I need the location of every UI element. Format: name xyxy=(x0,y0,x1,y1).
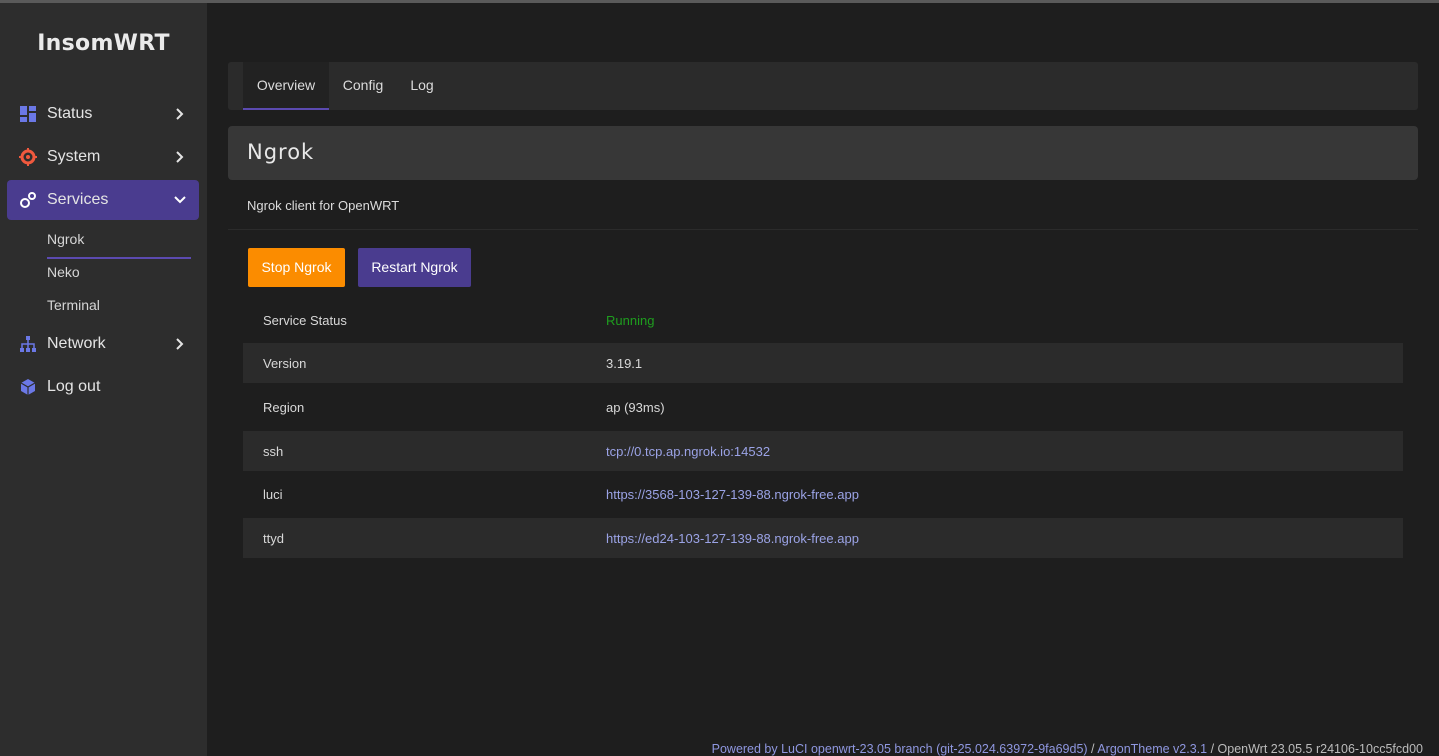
row-key: Version xyxy=(263,356,307,371)
service-status-value: Running xyxy=(606,313,655,328)
table-row: Region ap (93ms) xyxy=(243,387,1403,427)
sidebar-subitem-neko[interactable]: Neko xyxy=(47,264,80,280)
chevron-right-icon xyxy=(176,151,184,163)
table-row: Version 3.19.1 xyxy=(243,343,1403,383)
tab-log[interactable]: Log xyxy=(404,62,440,108)
row-key: ssh xyxy=(263,444,284,459)
row-key: ttyd xyxy=(263,531,284,546)
table-row: Service Status Running xyxy=(243,300,1403,340)
row-key: luci xyxy=(263,487,283,502)
sidebar-item-label: Services xyxy=(47,191,109,208)
footer-theme-link[interactable]: ArgonTheme v2.3.1 xyxy=(1097,742,1207,756)
row-value: 3.19.1 xyxy=(606,356,643,371)
sidebar-item-label: Status xyxy=(47,105,93,122)
sidebar-item-services[interactable]: Services xyxy=(7,180,199,220)
page-description: Ngrok client for OpenWRT xyxy=(247,198,400,213)
row-key: Service Status xyxy=(263,313,347,328)
sidebar-item-label: System xyxy=(47,148,101,165)
ttyd-link[interactable]: https://ed24-103-127-139-88.ngrok-free.a… xyxy=(606,531,859,546)
stop-ngrok-button[interactable]: Stop Ngrok xyxy=(248,248,345,287)
sidebar-subitem-ngrok[interactable]: Ngrok xyxy=(47,231,84,247)
luci-link[interactable]: https://3568-103-127-139-88.ngrok-free.a… xyxy=(606,487,859,502)
window-top-border xyxy=(0,0,1439,3)
chevron-right-icon xyxy=(176,108,184,120)
sidebar-item-network[interactable]: Network xyxy=(7,324,199,364)
chevron-down-icon xyxy=(174,196,186,204)
footer-os-version: OpenWrt 23.05.5 r24106-10cc5fcd00 xyxy=(1217,742,1423,756)
table-row: ttyd https://ed24-103-127-139-88.ngrok-f… xyxy=(243,518,1403,558)
footer-separator: / xyxy=(1207,742,1218,756)
tab-config[interactable]: Config xyxy=(336,62,390,108)
section-divider xyxy=(228,229,1418,230)
ssh-link[interactable]: tcp://0.tcp.ap.ngrok.io:14532 xyxy=(606,444,770,459)
page-title: Ngrok xyxy=(247,140,315,164)
sidebar-item-status[interactable]: Status xyxy=(7,94,199,134)
footer: Powered by LuCI openwrt-23.05 branch (gi… xyxy=(712,742,1423,756)
footer-separator: / xyxy=(1087,742,1098,756)
sidebar-item-logout[interactable]: Log out xyxy=(7,367,199,407)
row-key: Region xyxy=(263,400,305,415)
network-icon xyxy=(20,336,36,352)
table-row: ssh tcp://0.tcp.ap.ngrok.io:14532 xyxy=(243,431,1403,471)
footer-luci-link[interactable]: Powered by LuCI openwrt-23.05 branch (gi… xyxy=(712,742,1088,756)
chevron-right-icon xyxy=(176,338,184,350)
cube-icon xyxy=(20,379,36,395)
row-value: ap (93ms) xyxy=(606,400,665,415)
sidebar-item-system[interactable]: System xyxy=(7,137,199,177)
table-row: luci https://3568-103-127-139-88.ngrok-f… xyxy=(243,474,1403,514)
tab-bar: Overview Config Log xyxy=(228,62,1418,110)
sidebar: InsomWRT Status System Services Ngrok Ne… xyxy=(0,3,207,756)
restart-ngrok-button[interactable]: Restart Ngrok xyxy=(358,248,471,287)
services-icon xyxy=(20,192,36,208)
sidebar-item-label: Log out xyxy=(47,378,101,395)
dashboard-icon xyxy=(20,106,36,122)
sidebar-item-label: Network xyxy=(47,335,106,352)
page-title-card: Ngrok xyxy=(228,126,1418,180)
sidebar-subitem-terminal[interactable]: Terminal xyxy=(47,297,100,313)
gear-icon xyxy=(19,148,37,166)
brand-logo: InsomWRT xyxy=(37,31,170,56)
tab-overview[interactable]: Overview xyxy=(243,62,329,110)
active-subitem-indicator xyxy=(47,257,191,259)
